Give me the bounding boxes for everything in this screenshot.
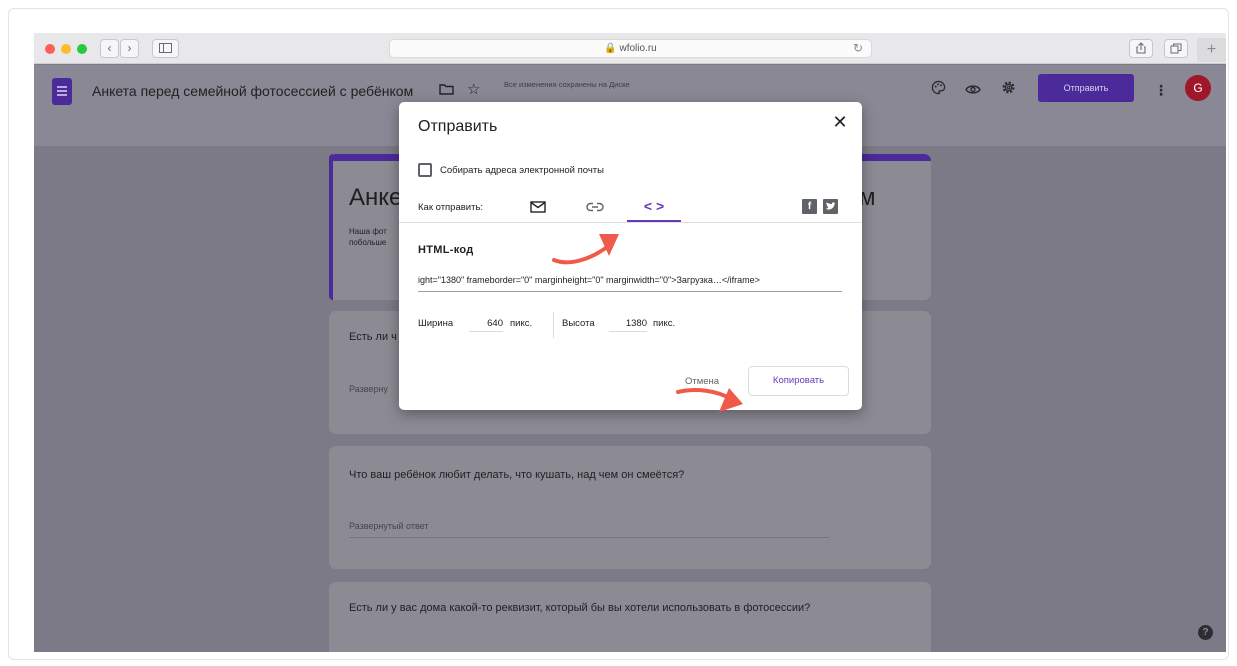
send-via-label: Как отправить: [418, 202, 484, 213]
dialog-title: Отправить [418, 118, 498, 135]
width-unit: пикс. [510, 318, 533, 329]
new-tab-button[interactable]: + [1197, 38, 1226, 62]
palette-icon[interactable] [927, 79, 949, 101]
close-window-button[interactable] [45, 44, 55, 54]
answer-placeholder: Разверну [349, 384, 388, 394]
folder-icon[interactable] [439, 82, 454, 98]
help-icon[interactable]: ? [1198, 625, 1213, 640]
browser-toolbar: ‹ › 🔒 wfolio.ru ↻ + [34, 33, 1226, 64]
tabs-overview-button[interactable] [1164, 39, 1188, 58]
url-text: 🔒 wfolio.ru [604, 43, 657, 54]
question-text: Что ваш ребёнок любит делать, что кушать… [349, 469, 685, 481]
height-label: Высота [562, 318, 595, 329]
height-unit: пикс. [653, 318, 676, 329]
browser-window: ‹ › 🔒 wfolio.ru ↻ + Анкета перед семейно… [34, 33, 1226, 652]
send-dialog: Отправить ✕ Собирать адреса электронной … [399, 102, 862, 412]
width-label: Ширина [418, 318, 454, 329]
question-text: Есть ли у вас дома какой-то реквизит, ко… [349, 602, 811, 614]
share-icon [1136, 42, 1146, 54]
form-document-title[interactable]: Анкета перед семейной фотосессией с ребё… [92, 83, 413, 99]
html-code-field[interactable]: ight="1380" frameborder="0" marginheight… [418, 274, 842, 292]
annotation-arrow-icon [552, 234, 619, 265]
avatar[interactable]: G [1185, 75, 1211, 101]
tab-embed-html[interactable]: < > [627, 192, 681, 222]
tab-link[interactable] [568, 192, 622, 222]
embed-code-icon: < > [643, 198, 665, 214]
maximize-window-button[interactable] [77, 44, 87, 54]
minimize-window-button[interactable] [61, 44, 71, 54]
address-bar[interactable]: 🔒 wfolio.ru ↻ [389, 39, 872, 58]
answer-underline [349, 537, 829, 538]
tab-email[interactable] [511, 192, 565, 222]
more-vert-icon[interactable]: ⋮ [1150, 79, 1172, 101]
dimension-separator [553, 312, 554, 338]
form-title[interactable]: Анке [349, 184, 402, 212]
twitter-icon[interactable] [823, 199, 838, 214]
chevron-right-icon: › [127, 41, 132, 55]
google-forms-icon[interactable] [52, 78, 72, 105]
facebook-icon[interactable]: f [802, 199, 817, 214]
sidebar-toggle-button[interactable] [152, 39, 179, 58]
collect-emails-checkbox[interactable] [418, 163, 432, 177]
card-accent-left [329, 154, 333, 300]
close-icon[interactable]: ✕ [831, 113, 849, 131]
send-button[interactable]: Отправить [1038, 74, 1134, 102]
form-description[interactable]: Наша фот побольше [349, 226, 387, 248]
collect-emails-label[interactable]: Собирать адреса электронной почты [440, 165, 604, 176]
chevron-left-icon: ‹ [107, 41, 112, 55]
annotation-arrow-icon [676, 388, 743, 412]
question-text: Есть ли ч [349, 331, 397, 343]
width-input[interactable]: 640 [469, 318, 503, 332]
question-card-2[interactable]: Что ваш ребёнок любит делать, что кушать… [329, 446, 931, 569]
screenshot-frame: ‹ › 🔒 wfolio.ru ↻ + Анкета перед семейно… [8, 8, 1229, 660]
eye-icon[interactable] [962, 79, 984, 101]
sidebar-icon [159, 43, 172, 53]
reload-icon[interactable]: ↻ [853, 41, 863, 55]
back-button[interactable]: ‹ [100, 39, 119, 58]
answer-placeholder: Развернутый ответ [349, 521, 429, 531]
star-icon[interactable]: ☆ [467, 80, 480, 98]
dialog-divider [399, 222, 862, 223]
height-input[interactable]: 1380 [609, 318, 647, 332]
gear-icon[interactable] [997, 79, 1019, 101]
copy-button[interactable]: Копировать [748, 366, 849, 396]
share-button[interactable] [1129, 39, 1153, 58]
forward-button[interactable]: › [120, 39, 139, 58]
question-card-3[interactable]: Есть ли у вас дома какой-то реквизит, ко… [329, 582, 931, 652]
save-status: Все изменения сохранены на Диске [504, 80, 630, 89]
plus-icon: + [1206, 41, 1217, 58]
link-icon [586, 202, 604, 212]
tabs-icon [1170, 43, 1182, 54]
email-icon [530, 201, 546, 213]
html-code-label: HTML-код [418, 244, 474, 256]
